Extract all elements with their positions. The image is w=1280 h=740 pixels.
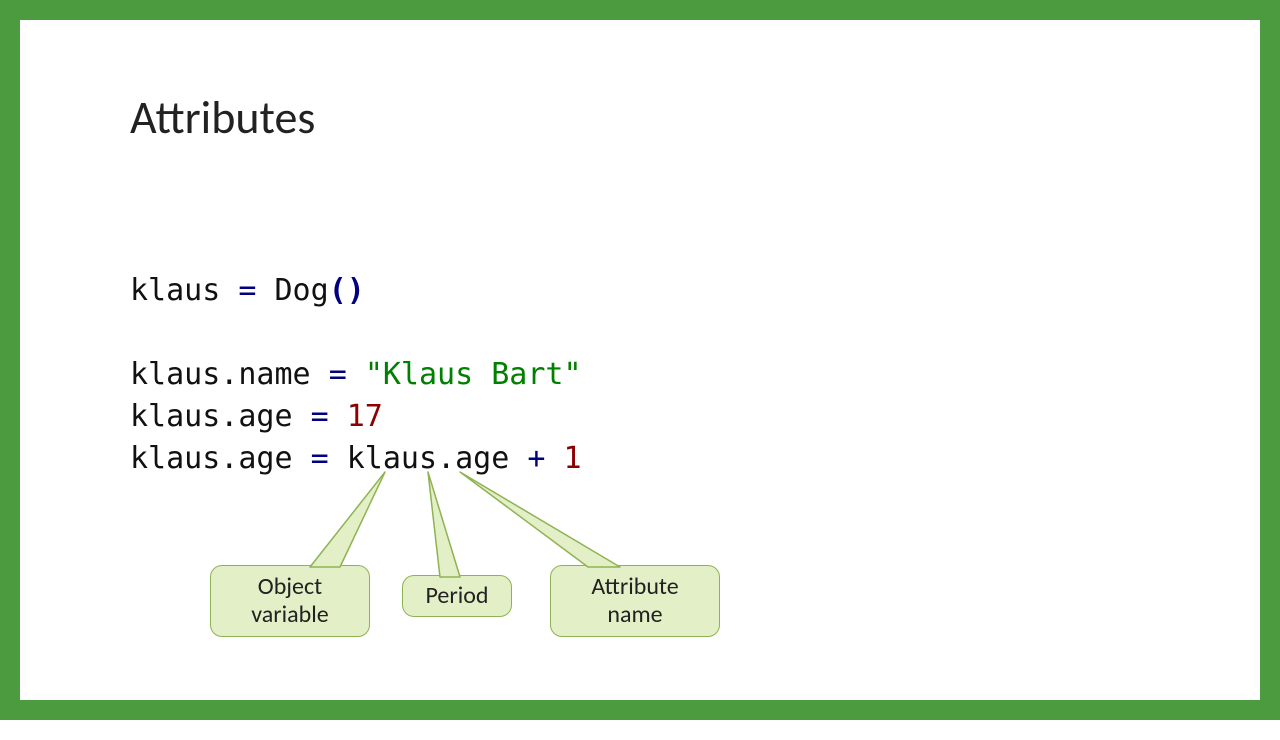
- code-l3-eq: =: [311, 399, 347, 434]
- code-l1-paren: (): [329, 273, 365, 308]
- code-l4-dot: .: [437, 441, 455, 476]
- code-l2-str: "Klaus Bart": [365, 357, 582, 392]
- code-l4-obj: klaus: [347, 441, 437, 476]
- slide-title: Attributes: [130, 90, 315, 146]
- callout-period: Period: [402, 575, 512, 617]
- code-l4-plus: +: [527, 441, 563, 476]
- slide-frame: Attributes klaus = Dog() klaus.name = "K…: [0, 0, 1280, 720]
- code-l4-num: 1: [564, 441, 582, 476]
- code-l1-cls: Dog: [275, 273, 329, 308]
- callout-object-variable: Objectvariable: [210, 565, 370, 637]
- code-block: klaus = Dog() klaus.name = "Klaus Bart" …: [130, 270, 582, 480]
- slide-content: Attributes klaus = Dog() klaus.name = "K…: [30, 20, 1250, 690]
- code-l2-eq: =: [329, 357, 365, 392]
- code-l4-eq: =: [311, 441, 347, 476]
- callout-attribute-name: Attributename: [550, 565, 720, 637]
- callout-object-variable-label: Objectvariable: [251, 573, 328, 628]
- code-l4-attr: age: [455, 441, 527, 476]
- code-l3-left: klaus.age: [130, 399, 311, 434]
- callout-attribute-name-label: Attributename: [591, 573, 678, 628]
- code-l3-num: 17: [347, 399, 383, 434]
- callout-period-label: Period: [426, 582, 489, 610]
- code-l1-eq: =: [238, 273, 274, 308]
- code-l4-left: klaus.age: [130, 441, 311, 476]
- code-l2-left: klaus.name: [130, 357, 329, 392]
- code-l1-var: klaus: [130, 273, 238, 308]
